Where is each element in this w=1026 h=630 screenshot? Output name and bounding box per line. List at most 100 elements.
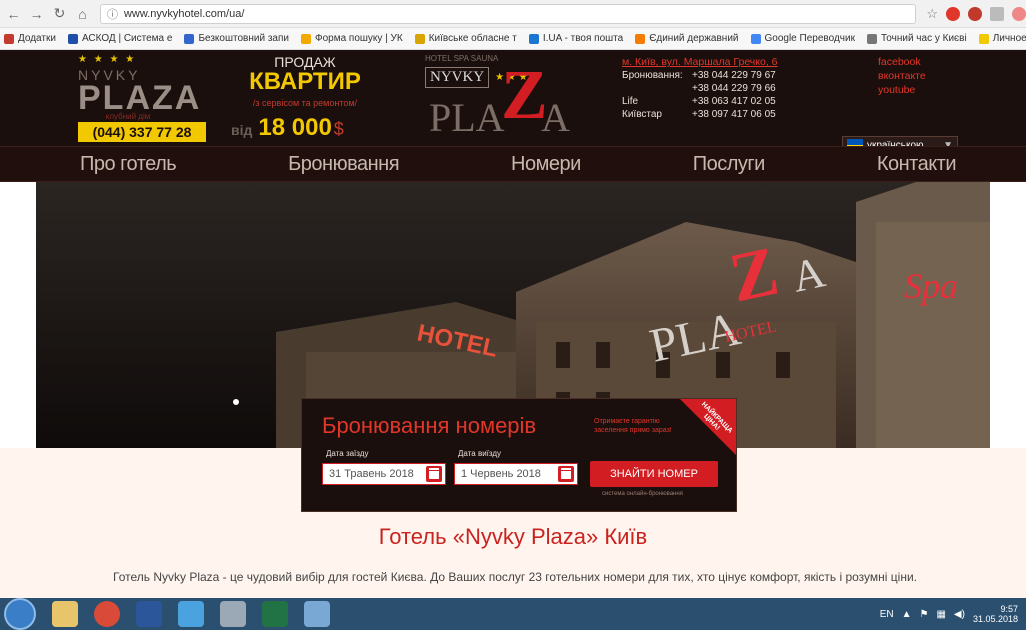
apartment-sale-promo[interactable]: ПРОДАЖ КВАРТИР /з сервісом та ремонтом/ …	[225, 54, 385, 144]
bookmark-item[interactable]: Безкоштовний запи	[184, 33, 289, 44]
bookmark-favicon-icon	[67, 33, 78, 44]
start-button[interactable]	[4, 598, 36, 630]
calendar-icon[interactable]	[558, 466, 574, 482]
bookmark-label: Єдиний державний	[649, 33, 739, 44]
clock-time: 9:57	[1000, 604, 1018, 614]
tray-arrow-icon[interactable]: ▲	[902, 609, 912, 620]
kyivstar-phone[interactable]: +38 097 417 06 05	[692, 109, 776, 120]
vkontakte-link[interactable]: вконтакте	[878, 70, 978, 82]
bookmark-label: Google Переводчик	[764, 33, 855, 44]
booking-phone-2[interactable]: +38 044 229 79 66	[692, 83, 776, 94]
promo-sub: /з сервісом та ремонтом/	[252, 98, 358, 108]
nav-services[interactable]: Послуги	[693, 153, 766, 176]
hotel-logo-center[interactable]: HOTEL SPA SAUNA NYVKY ★ ★ ★ ★ PLA Z A	[425, 54, 595, 144]
bookmark-item[interactable]: Єдиний державний	[635, 33, 739, 44]
address-link[interactable]: м. Київ, вул. Маршала Гречко, 6	[622, 56, 832, 68]
language-indicator[interactable]: EN	[880, 609, 894, 620]
bookmark-favicon-icon	[866, 33, 877, 44]
media-player-icon[interactable]	[304, 601, 330, 627]
bookmark-item[interactable]: Личное	[978, 33, 1026, 44]
nav-booking[interactable]: Бронювання	[288, 153, 399, 176]
bookmark-favicon-icon	[4, 33, 14, 44]
bookmark-label: Форма пошуку | УК	[314, 33, 403, 44]
windows-taskbar: EN ▲ ⚑ ▦ ◀) 9:57 31.05.2018	[0, 598, 1026, 630]
browser-toolbar: ← → ↻ ⌂ ⓘ www.nyvkyhotel.com/ua/ ☆	[0, 0, 1026, 28]
paint-icon[interactable]	[178, 601, 204, 627]
social-links: facebook вконтакте youtube	[878, 56, 978, 98]
booking-title: Бронювання номерів	[322, 413, 537, 438]
logo-center-a: A	[541, 95, 570, 140]
forward-icon[interactable]: →	[27, 4, 46, 24]
site-info-icon[interactable]: ⓘ	[107, 6, 118, 22]
bookmark-favicon-icon	[635, 33, 646, 44]
promo-price: 18 000	[258, 114, 332, 141]
youtube-link[interactable]: youtube	[878, 84, 978, 96]
intro-text: Готель Nyvky Plaza - це чудовий вибір дл…	[113, 570, 917, 584]
chrome-icon[interactable]	[94, 601, 120, 627]
bookmark-item[interactable]: Google Переводчик	[750, 33, 855, 44]
bookmark-star-icon[interactable]: ☆	[926, 6, 938, 22]
checkin-value: 31 Травень 2018	[329, 468, 414, 480]
explorer-icon[interactable]	[52, 601, 78, 627]
contacts-block: м. Київ, вул. Маршала Гречко, 6 Бронюван…	[622, 56, 832, 146]
nav-contacts[interactable]: Контакти	[877, 153, 957, 176]
clock[interactable]: 9:57 31.05.2018	[973, 604, 1018, 624]
spa-sign: Spa	[904, 266, 958, 306]
booking-phone-1[interactable]: +38 044 229 79 67	[692, 70, 776, 81]
bookmark-label: АСКОД | Система е	[81, 33, 173, 44]
promo-from: від	[231, 122, 253, 138]
word-icon[interactable]	[136, 601, 162, 627]
clock-date: 31.05.2018	[972, 614, 1018, 624]
logo-center-nyvky: NYVKY	[425, 67, 490, 88]
system-tray: EN ▲ ⚑ ▦ ◀) 9:57 31.05.2018	[880, 604, 1026, 624]
back-icon[interactable]: ←	[4, 4, 23, 24]
bookmark-item[interactable]: I.UA - твоя пошта	[528, 33, 624, 44]
page-title: Готель «Nyvky Plaza» Київ	[378, 524, 648, 549]
volume-icon[interactable]: ◀)	[954, 609, 965, 620]
bookmark-label: Київське обласне т	[428, 33, 517, 44]
bookmarks-bar: Додатки АСКОД | Система е Безкоштовний зап…	[0, 28, 1026, 50]
phone-badge[interactable]: (044) 337 77 28	[78, 122, 206, 142]
facebook-link[interactable]: facebook	[878, 56, 978, 68]
opera-icon[interactable]	[946, 6, 961, 21]
booking-note: Отримаєте гарантію заселення прямо зараз…	[594, 418, 672, 434]
bookmark-label: Додатки	[18, 33, 56, 44]
checkin-label: Дата заїзду	[326, 449, 369, 458]
bookmark-item[interactable]: Додатки	[4, 33, 56, 44]
main-nav: Про готель Бронювання Номери Послуги Кон…	[0, 146, 1026, 182]
calculator-icon[interactable]	[220, 601, 246, 627]
booking-label: Бронювання:	[622, 70, 683, 81]
bookmark-item[interactable]: Форма пошуку | УК	[300, 33, 403, 44]
extension-red-icon[interactable]	[968, 6, 983, 21]
promo-main: КВАРТИР	[249, 68, 361, 95]
logo-center-pla: PLA	[429, 95, 505, 140]
bookmark-label: Точний час у Києві	[880, 33, 967, 44]
bookmark-favicon-icon	[300, 33, 311, 44]
calendar-icon[interactable]	[426, 466, 442, 482]
bookmark-item[interactable]: Київське обласне т	[414, 33, 517, 44]
extension-pink-icon[interactable]	[1012, 6, 1026, 21]
flag-tray-icon[interactable]: ⚑	[920, 609, 929, 620]
address-bar[interactable]: ⓘ www.nyvkyhotel.com/ua/	[99, 3, 917, 24]
nav-rooms[interactable]: Номери	[511, 153, 581, 176]
checkout-label: Дата виїзду	[458, 449, 502, 458]
bookmark-favicon-icon	[528, 33, 539, 44]
logo-plaza: PLAZA	[78, 79, 202, 117]
booking-small-text: система онлайн-бронювання	[602, 491, 683, 497]
logo-stars: ★ ★ ★ ★	[78, 54, 137, 65]
bookmark-item[interactable]: Точний час у Києві	[866, 33, 967, 44]
life-phone[interactable]: +38 063 417 02 05	[692, 96, 776, 107]
booking-widget: Бронювання номерів Отримаєте гарантію за…	[301, 398, 737, 512]
excel-icon[interactable]	[262, 601, 288, 627]
life-label: Life	[622, 96, 639, 107]
extension-gray-icon[interactable]	[990, 6, 1005, 21]
reload-icon[interactable]: ↻	[50, 4, 69, 24]
site-header: ★ ★ ★ ★ NYVKY PLAZA клубний дім (044) 33…	[0, 50, 1026, 154]
find-room-button[interactable]: ЗНАЙТИ НОМЕР	[590, 461, 718, 487]
bookmark-label: I.UA - твоя пошта	[542, 33, 624, 44]
bookmark-item[interactable]: АСКОД | Система е	[67, 33, 173, 44]
bookmark-favicon-icon	[978, 33, 989, 44]
network-icon[interactable]: ▦	[936, 609, 945, 620]
home-icon[interactable]: ⌂	[73, 4, 92, 24]
nav-about[interactable]: Про готель	[80, 153, 177, 176]
